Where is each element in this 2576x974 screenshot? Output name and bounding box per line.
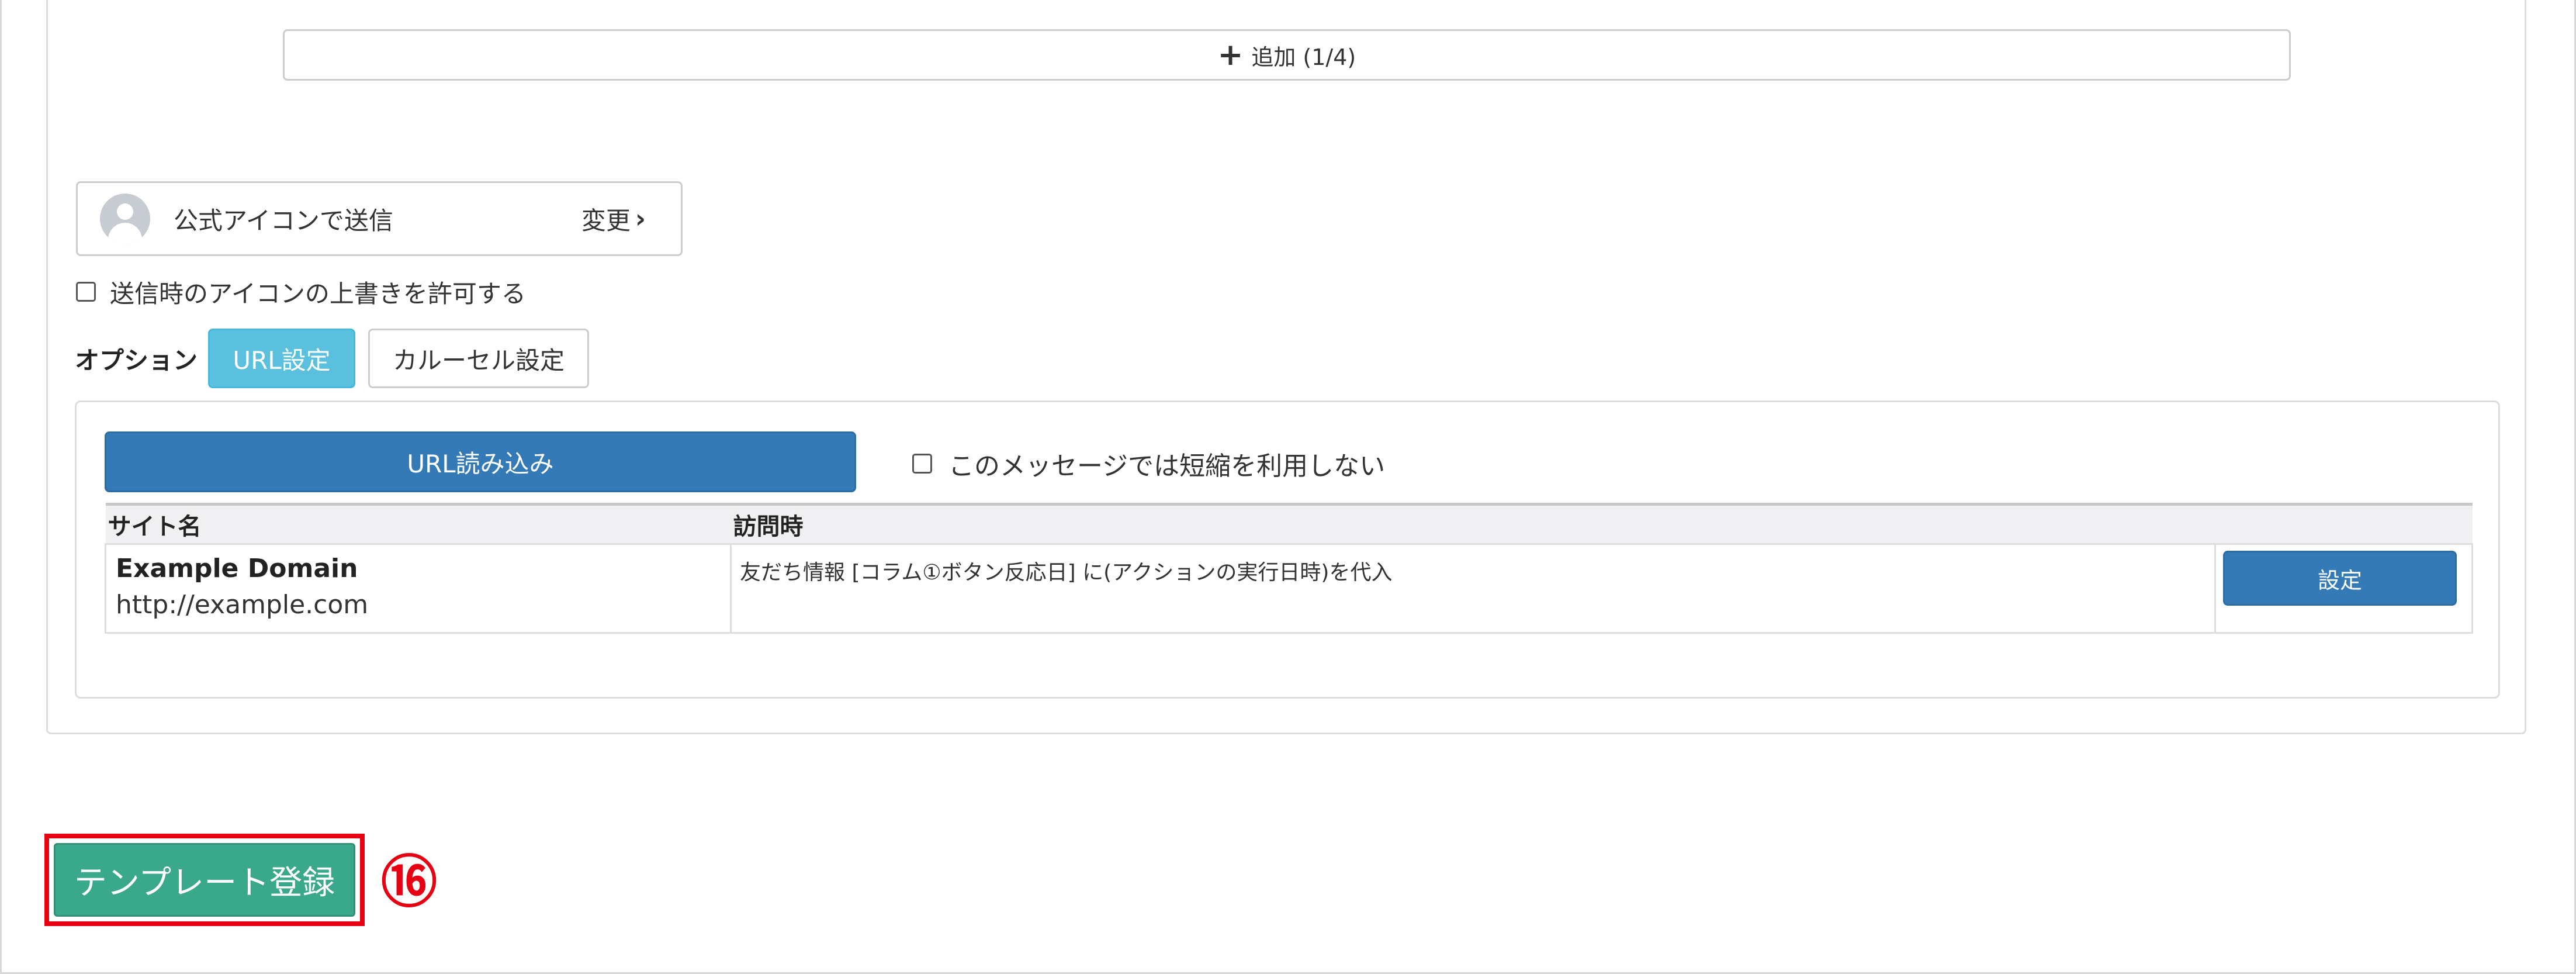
carousel-settings-button[interactable]: カルーセル設定 — [368, 329, 590, 388]
no-shorten-label: このメッセージでは短縮を利用しない — [948, 451, 1386, 481]
sender-icon-selector: 公式アイコンで送信 変更 › — [76, 181, 683, 256]
add-message-label: 追加 (1/4) — [1251, 44, 1356, 70]
options-label: オプション — [75, 346, 198, 375]
column-header-visit: 訪問時 — [730, 503, 2215, 545]
visit-action-cell: 友だち情報 [コラム①ボタン反応日] に(アクションの実行日時)を代入 — [730, 543, 2216, 634]
step-marker: ⑯ — [381, 849, 437, 915]
change-link-label: 変更 — [581, 206, 631, 235]
sender-icon-label: 公式アイコンで送信 — [174, 206, 393, 235]
url-table-header: サイト名 訪問時 — [105, 503, 2473, 545]
no-shorten-checkbox[interactable] — [912, 454, 932, 474]
register-template-button[interactable]: テンプレート登録 — [54, 843, 355, 917]
plus-icon: + — [1217, 37, 1244, 72]
chevron-right-icon: › — [635, 203, 646, 234]
setting-button[interactable]: 設定 — [2223, 551, 2457, 606]
column-header-site-name: サイト名 — [105, 503, 731, 545]
site-cell: Example Domain http://example.com — [105, 543, 732, 634]
allow-icon-override-row: 送信時のアイコンの上書きを許可する — [76, 276, 526, 308]
url-table: サイト名 訪問時 Example Domain http://example.c… — [105, 503, 2473, 634]
allow-icon-override-checkbox[interactable] — [76, 282, 96, 302]
user-avatar-icon — [100, 194, 150, 244]
action-cell: 設定 — [2214, 543, 2473, 634]
column-header-action — [2215, 503, 2473, 545]
url-load-button[interactable]: URL読み込み — [105, 431, 856, 492]
no-shorten-row: このメッセージでは短縮を利用しない — [912, 447, 1385, 481]
change-icon-link[interactable]: 変更 › — [581, 183, 646, 254]
options-row: オプション URL設定 カルーセル設定 — [75, 327, 590, 389]
allow-icon-override-label: 送信時のアイコンの上書きを許可する — [110, 279, 526, 308]
site-url: http://example.com — [116, 590, 369, 620]
register-highlight-box: テンプレート登録 — [44, 834, 365, 926]
url-settings-panel: URL読み込み このメッセージでは短縮を利用しない サイト名 訪問時 Examp… — [75, 400, 2500, 699]
add-message-button[interactable]: + 追加 (1/4) — [283, 29, 2291, 81]
table-row: Example Domain http://example.com 友だち情報 … — [105, 543, 2473, 634]
site-name: Example Domain — [116, 554, 358, 583]
url-settings-button[interactable]: URL設定 — [208, 329, 356, 388]
